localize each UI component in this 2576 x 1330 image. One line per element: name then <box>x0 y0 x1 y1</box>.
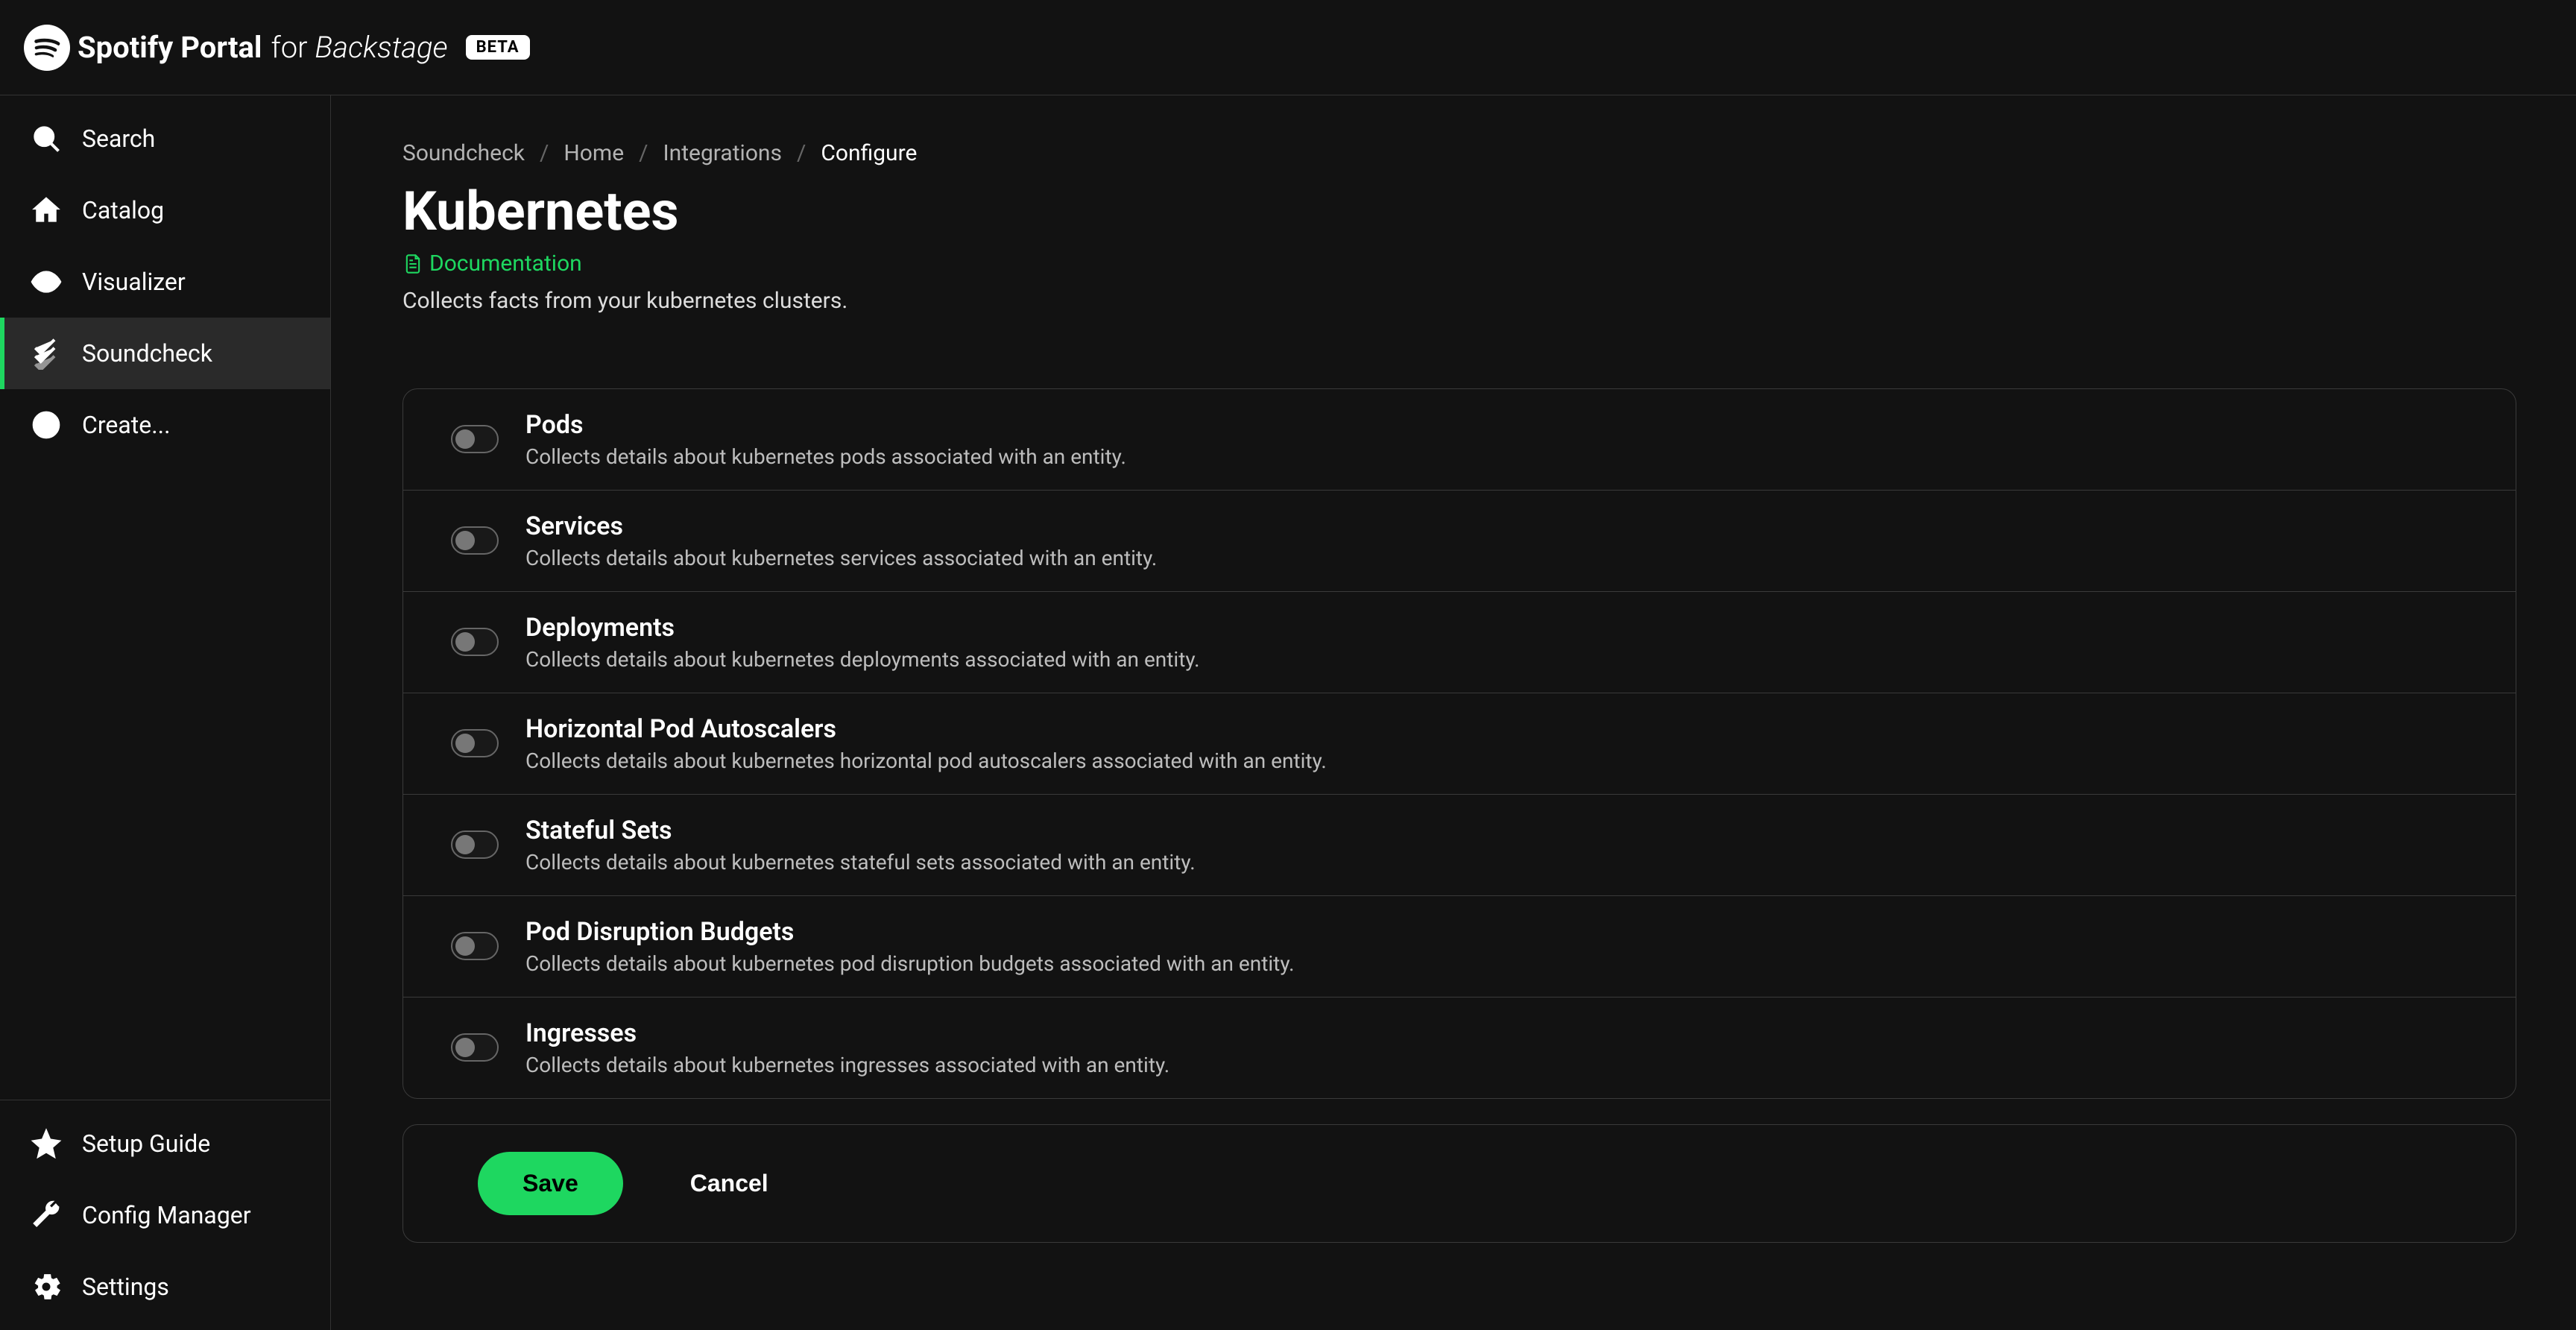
breadcrumb-configure: Configure <box>821 140 917 166</box>
sidebar-item-label: Search <box>82 125 155 153</box>
sidebar-item-label: Catalog <box>82 196 164 224</box>
sidebar-item-label: Visualizer <box>82 268 186 296</box>
toggle-ingresses[interactable] <box>451 1033 499 1062</box>
toggle-services[interactable] <box>451 526 499 555</box>
beta-badge: BETA <box>466 35 530 60</box>
collector-title: Horizontal Pod Autoscalers <box>525 714 1327 744</box>
topbar: Spotify Portal for Backstage BETA <box>0 0 2576 95</box>
sidebar: Search Catalog Visualizer <box>0 95 331 1330</box>
home-icon <box>30 194 63 227</box>
star-icon <box>30 1127 63 1160</box>
sidebar-item-label: Soundcheck <box>82 339 212 368</box>
sidebar-top: Search Catalog Visualizer <box>0 95 330 1100</box>
documentation-label: Documentation <box>429 250 582 277</box>
toggle-statefulsets[interactable] <box>451 831 499 859</box>
brand-name-bold: Spotify Portal <box>78 30 262 65</box>
collector-body: Pod Disruption Budgets Collects details … <box>525 917 1295 976</box>
app-root: Spotify Portal for Backstage BETA Search <box>0 0 2576 1330</box>
save-button[interactable]: Save <box>478 1152 623 1215</box>
cancel-button[interactable]: Cancel <box>690 1170 768 1197</box>
plus-circle-icon <box>30 409 63 441</box>
toggle-hpa[interactable] <box>451 729 499 757</box>
check-layers-icon <box>30 337 63 370</box>
collector-row-pods: Pods Collects details about kubernetes p… <box>403 389 2516 491</box>
breadcrumb-sep: / <box>639 140 648 166</box>
wrench-icon <box>30 1199 63 1232</box>
brand-text: Spotify Portal for Backstage <box>78 30 448 65</box>
brand-name-light: for Backstage <box>271 30 447 65</box>
sidebar-item-label: Config Manager <box>82 1201 251 1229</box>
collector-body: Deployments Collects details about kuber… <box>525 613 1200 672</box>
collector-desc: Collects details about kubernetes statef… <box>525 850 1196 874</box>
collector-title: Services <box>525 511 1157 541</box>
sidebar-item-soundcheck[interactable]: Soundcheck <box>0 318 330 389</box>
breadcrumb-home[interactable]: Home <box>564 140 624 166</box>
breadcrumb-sep: / <box>540 140 549 166</box>
toggle-deployments[interactable] <box>451 628 499 656</box>
collector-desc: Collects details about kubernetes deploy… <box>525 647 1200 672</box>
collector-desc: Collects details about kubernetes pod di… <box>525 951 1295 976</box>
collector-body: Services Collects details about kubernet… <box>525 511 1157 570</box>
sidebar-item-label: Create... <box>82 411 171 439</box>
main-content: Soundcheck / Home / Integrations / Confi… <box>331 95 2576 1330</box>
sidebar-item-visualizer[interactable]: Visualizer <box>0 246 330 318</box>
collector-title: Ingresses <box>525 1018 1169 1048</box>
documentation-link[interactable]: Documentation <box>402 250 582 277</box>
sidebar-item-label: Settings <box>82 1273 169 1301</box>
sidebar-item-settings[interactable]: Settings <box>0 1251 330 1323</box>
collector-desc: Collects details about kubernetes servic… <box>525 546 1157 570</box>
gear-icon <box>30 1270 63 1303</box>
doc-icon <box>402 253 423 274</box>
toggle-pods[interactable] <box>451 425 499 453</box>
collector-body: Horizontal Pod Autoscalers Collects deta… <box>525 714 1327 773</box>
collector-row-services: Services Collects details about kubernet… <box>403 491 2516 592</box>
page-title: Kubernetes <box>402 180 2516 243</box>
toggle-pdb[interactable] <box>451 932 499 960</box>
spotify-logo-icon <box>24 25 70 71</box>
page-description: Collects facts from your kubernetes clus… <box>402 288 2516 314</box>
sidebar-bottom: Setup Guide Config Manager Settings <box>0 1100 330 1330</box>
sidebar-item-catalog[interactable]: Catalog <box>0 174 330 246</box>
body: Search Catalog Visualizer <box>0 95 2576 1330</box>
collector-body: Stateful Sets Collects details about kub… <box>525 816 1196 874</box>
collector-desc: Collects details about kubernetes horizo… <box>525 748 1327 773</box>
collectors-panel: Pods Collects details about kubernetes p… <box>402 388 2516 1099</box>
sidebar-item-search[interactable]: Search <box>0 103 330 174</box>
eye-icon <box>30 265 63 298</box>
collector-body: Pods Collects details about kubernetes p… <box>525 410 1126 469</box>
breadcrumb-sep: / <box>797 140 806 166</box>
actions-panel: Save Cancel <box>402 1124 2516 1243</box>
collector-row-ingresses: Ingresses Collects details about kuberne… <box>403 998 2516 1098</box>
collector-row-statefulsets: Stateful Sets Collects details about kub… <box>403 795 2516 896</box>
collector-body: Ingresses Collects details about kuberne… <box>525 1018 1169 1077</box>
brand: Spotify Portal for Backstage BETA <box>24 25 530 71</box>
collector-desc: Collects details about kubernetes ingres… <box>525 1053 1169 1077</box>
collector-title: Pod Disruption Budgets <box>525 917 1295 947</box>
sidebar-item-config-manager[interactable]: Config Manager <box>0 1179 330 1251</box>
search-icon <box>30 122 63 155</box>
breadcrumbs: Soundcheck / Home / Integrations / Confi… <box>402 140 2516 166</box>
breadcrumb-integrations[interactable]: Integrations <box>663 140 782 166</box>
collector-title: Deployments <box>525 613 1200 643</box>
collector-row-pdb: Pod Disruption Budgets Collects details … <box>403 896 2516 998</box>
collector-title: Pods <box>525 410 1126 440</box>
sidebar-item-create[interactable]: Create... <box>0 389 330 461</box>
sidebar-item-setup-guide[interactable]: Setup Guide <box>0 1108 330 1179</box>
collector-row-hpa: Horizontal Pod Autoscalers Collects deta… <box>403 693 2516 795</box>
collector-desc: Collects details about kubernetes pods a… <box>525 444 1126 469</box>
breadcrumb-soundcheck[interactable]: Soundcheck <box>402 140 525 166</box>
collector-row-deployments: Deployments Collects details about kuber… <box>403 592 2516 693</box>
sidebar-item-label: Setup Guide <box>82 1129 210 1158</box>
collector-title: Stateful Sets <box>525 816 1196 845</box>
